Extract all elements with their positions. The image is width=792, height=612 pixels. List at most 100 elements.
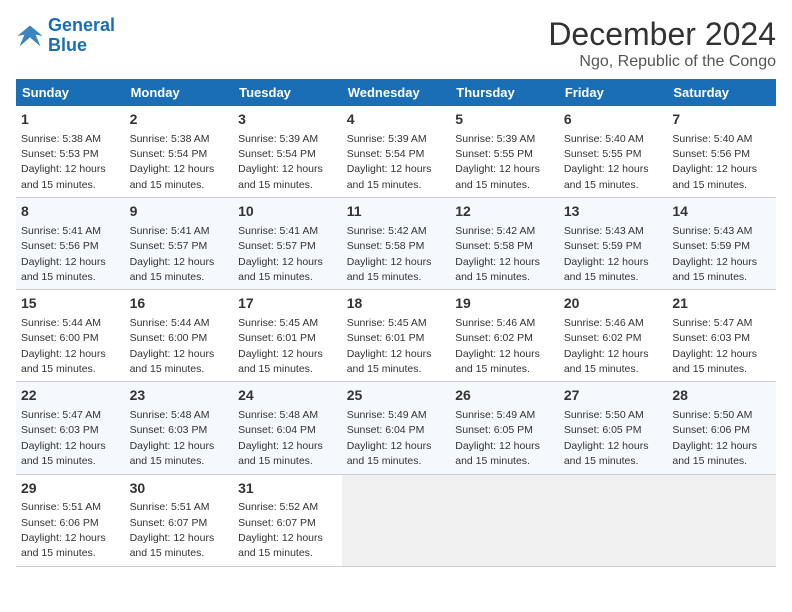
sunset-text: Sunset: 6:03 PM	[21, 424, 99, 436]
calendar-week-row: 1Sunrise: 5:38 AMSunset: 5:53 PMDaylight…	[16, 106, 776, 198]
day-number: 8	[21, 202, 120, 222]
calendar-cell: 17 Sunrise: 5:45 AM Sunset: 6:01 PM Dayligh…	[233, 290, 342, 382]
daylight-label: Daylight: 12 hours and 15 minutes.	[130, 348, 215, 375]
sunrise-text: Sunrise: 5:42 AM	[347, 225, 427, 237]
daylight-label: Daylight: 12 hours and 15 minutes.	[564, 163, 649, 190]
col-header-monday: Monday	[125, 79, 234, 106]
sunrise-text: Sunrise: 5:44 AM	[130, 317, 210, 329]
calendar-cell: 25Sunrise: 5:49 AMSunset: 6:04 PMDayligh…	[342, 382, 451, 474]
calendar-cell: 24Sunrise: 5:48 AMSunset: 6:04 PMDayligh…	[233, 382, 342, 474]
day-number: 20	[564, 294, 663, 314]
sunset-text: Sunset: 6:02 PM	[455, 332, 533, 344]
sunrise-text: Sunrise: 5:50 AM	[672, 409, 752, 421]
daylight-label: Daylight: 12 hours and 15 minutes.	[130, 532, 215, 559]
sunset-text: Sunset: 5:57 PM	[238, 240, 316, 252]
calendar-cell: 21Sunrise: 5:47 AMSunset: 6:03 PMDayligh…	[667, 290, 776, 382]
calendar-cell	[342, 474, 451, 566]
calendar-week-row: 29Sunrise: 5:51 AMSunset: 6:06 PMDayligh…	[16, 474, 776, 566]
calendar-cell: 3Sunrise: 5:39 AMSunset: 5:54 PMDaylight…	[233, 106, 342, 198]
daylight-label: Daylight: 12 hours and 15 minutes.	[455, 440, 540, 467]
day-number: 11	[347, 202, 446, 222]
daylight-label: Daylight: 12 hours and 15 minutes.	[238, 532, 323, 559]
sunset-text: Sunset: 6:06 PM	[672, 424, 750, 436]
sunrise-text: Sunrise: 5:38 AM	[130, 133, 210, 145]
sunrise-text: Sunrise: 5:40 AM	[564, 133, 644, 145]
col-header-thursday: Thursday	[450, 79, 559, 106]
calendar-week-row: 22 Sunrise: 5:47 AM Sunset: 6:03 PM Dayligh…	[16, 382, 776, 474]
sunset-text: Sunset: 5:59 PM	[672, 240, 750, 252]
day-number: 26	[455, 386, 554, 406]
day-number: 16	[130, 294, 229, 314]
sunset-text: Sunset: 6:04 PM	[238, 424, 316, 436]
calendar-cell: 29Sunrise: 5:51 AMSunset: 6:06 PMDayligh…	[16, 474, 125, 566]
sunset-text: Sunset: 6:05 PM	[455, 424, 533, 436]
daylight-label: Daylight: 12 hours and 15 minutes.	[455, 256, 540, 283]
calendar-cell: 27Sunrise: 5:50 AMSunset: 6:05 PMDayligh…	[559, 382, 668, 474]
daylight-label: Daylight: 12 hours and 15 minutes.	[238, 348, 323, 375]
daylight-label: Daylight: 12 hours and 15 minutes.	[238, 256, 323, 283]
calendar-cell: 26Sunrise: 5:49 AMSunset: 6:05 PMDayligh…	[450, 382, 559, 474]
day-number: 15	[21, 294, 120, 314]
day-number: 13	[564, 202, 663, 222]
calendar-cell: 28Sunrise: 5:50 AMSunset: 6:06 PMDayligh…	[667, 382, 776, 474]
calendar-cell: 15Sunrise: 5:44 AMSunset: 6:00 PMDayligh…	[16, 290, 125, 382]
col-header-saturday: Saturday	[667, 79, 776, 106]
sunset-text: Sunset: 5:53 PM	[21, 148, 99, 160]
day-number: 28	[672, 386, 771, 406]
sunrise-text: Sunrise: 5:50 AM	[564, 409, 644, 421]
sunset-text: Sunset: 5:55 PM	[455, 148, 533, 160]
calendar-cell: 18Sunrise: 5:45 AMSunset: 6:01 PMDayligh…	[342, 290, 451, 382]
sunrise-text: Sunrise: 5:45 AM	[238, 317, 318, 329]
sunset-text: Sunset: 5:56 PM	[21, 240, 99, 252]
sunset-text: Sunset: 6:01 PM	[238, 332, 316, 344]
sunrise-text: Sunrise: 5:46 AM	[564, 317, 644, 329]
sunrise-text: Sunrise: 5:47 AM	[672, 317, 752, 329]
calendar-week-row: 8Sunrise: 5:41 AMSunset: 5:56 PMDaylight…	[16, 198, 776, 290]
day-number: 17	[238, 294, 337, 314]
sunrise-text: Sunrise: 5:39 AM	[455, 133, 535, 145]
daylight-label: Daylight: 12 hours and 15 minutes.	[672, 348, 757, 375]
logo-bird-icon	[16, 22, 44, 50]
sunrise-text: Sunrise: 5:38 AM	[21, 133, 101, 145]
calendar-cell: 20 Sunrise: 5:46 AM Sunset: 6:02 PM Dayligh…	[559, 290, 668, 382]
daylight-label: Daylight: 12 hours and 15 minutes.	[130, 256, 215, 283]
sunrise-text: Sunrise: 5:45 AM	[347, 317, 427, 329]
sunset-text: Sunset: 6:07 PM	[238, 517, 316, 529]
sunset-text: Sunset: 6:03 PM	[672, 332, 750, 344]
day-number: 7	[672, 110, 771, 130]
sunrise-text: Sunrise: 5:43 AM	[672, 225, 752, 237]
calendar-cell: 16Sunrise: 5:44 AMSunset: 6:00 PMDayligh…	[125, 290, 234, 382]
logo: General Blue	[16, 16, 115, 56]
sunset-text: Sunset: 6:05 PM	[564, 424, 642, 436]
daylight-label: Daylight: 12 hours and 15 minutes.	[21, 440, 106, 467]
calendar-cell: 2Sunrise: 5:38 AMSunset: 5:54 PMDaylight…	[125, 106, 234, 198]
daylight-label: Daylight: 12 hours and 15 minutes.	[130, 163, 215, 190]
daylight-label: Daylight: 12 hours and 15 minutes.	[564, 440, 649, 467]
calendar-cell: 5Sunrise: 5:39 AMSunset: 5:55 PMDaylight…	[450, 106, 559, 198]
calendar-cell: 12Sunrise: 5:42 AMSunset: 5:58 PMDayligh…	[450, 198, 559, 290]
day-number: 3	[238, 110, 337, 130]
day-number: 19	[455, 294, 554, 314]
sunrise-text: Sunrise: 5:47 AM	[21, 409, 101, 421]
calendar-cell: 22 Sunrise: 5:47 AM Sunset: 6:03 PM Dayligh…	[16, 382, 125, 474]
day-number: 25	[347, 386, 446, 406]
sunset-text: Sunset: 6:07 PM	[130, 517, 208, 529]
sunset-text: Sunset: 6:02 PM	[564, 332, 642, 344]
sunset-text: Sunset: 6:03 PM	[130, 424, 208, 436]
calendar-cell: 10Sunrise: 5:41 AMSunset: 5:57 PMDayligh…	[233, 198, 342, 290]
day-number: 18	[347, 294, 446, 314]
daylight-label: Daylight: 12 hours and 15 minutes.	[564, 348, 649, 375]
calendar-cell: 13Sunrise: 5:43 AMSunset: 5:59 PMDayligh…	[559, 198, 668, 290]
calendar-table: SundayMondayTuesdayWednesdayThursdayFrid…	[16, 79, 776, 567]
daylight-label: Daylight: 12 hours and 15 minutes.	[238, 440, 323, 467]
daylight-label: Daylight: 12 hours and 15 minutes.	[347, 256, 432, 283]
daylight-label: Daylight: 12 hours and 15 minutes.	[347, 348, 432, 375]
sunrise-text: Sunrise: 5:48 AM	[238, 409, 318, 421]
sunset-text: Sunset: 6:04 PM	[347, 424, 425, 436]
sunrise-text: Sunrise: 5:51 AM	[130, 501, 210, 513]
day-number: 22	[21, 386, 120, 406]
day-number: 10	[238, 202, 337, 222]
col-header-wednesday: Wednesday	[342, 79, 451, 106]
sunset-text: Sunset: 6:06 PM	[21, 517, 99, 529]
sunset-text: Sunset: 5:58 PM	[347, 240, 425, 252]
